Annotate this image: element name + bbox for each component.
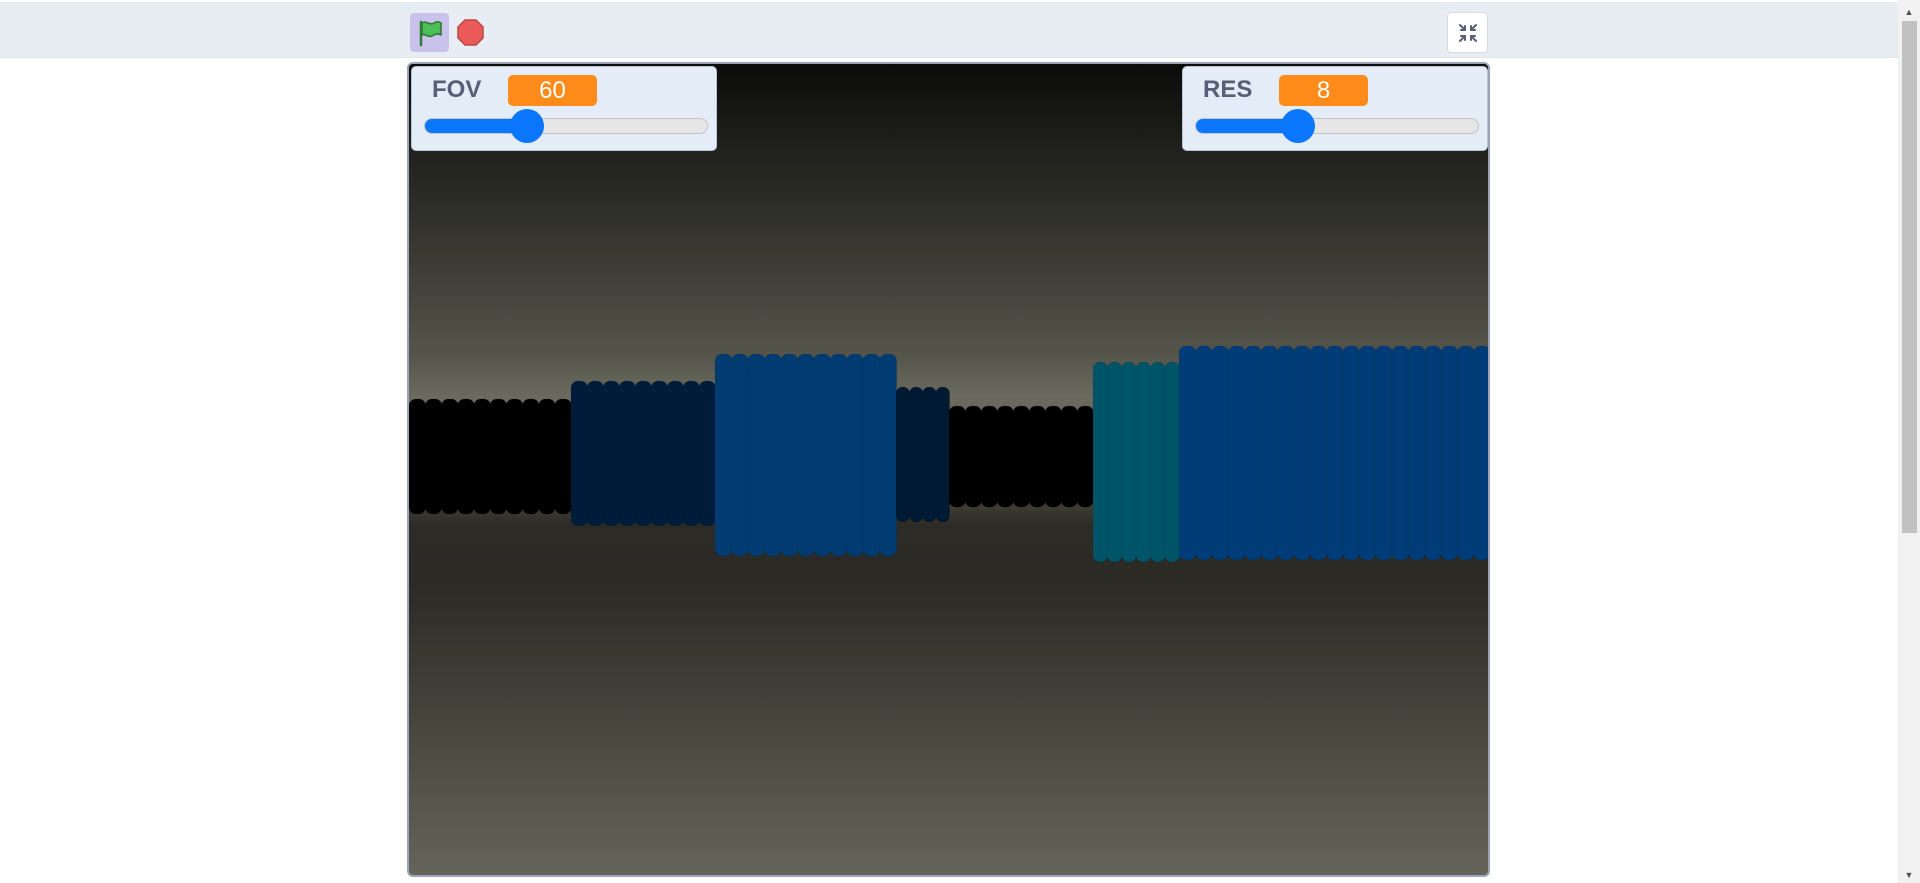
stop-button[interactable]: [457, 19, 484, 46]
wall-column: [1044, 405, 1063, 508]
wall-column: [1149, 361, 1166, 563]
wall-column: [489, 398, 508, 515]
wall-column: [570, 380, 589, 527]
wall-column: [796, 353, 815, 557]
wall-column: [846, 353, 865, 557]
wall-column: [586, 380, 605, 527]
wall-column: [1121, 361, 1138, 563]
wall-column: [1325, 345, 1344, 561]
wall-column: [505, 398, 524, 515]
wall-column: [666, 380, 685, 527]
wall-column: [602, 380, 621, 527]
wall-column: [538, 398, 556, 515]
res-value: 8: [1279, 75, 1368, 106]
wall-column: [1092, 361, 1109, 563]
wall-column: [682, 380, 701, 527]
scroll-down-arrow-icon[interactable]: ▼: [1898, 866, 1920, 883]
wall-column: [1164, 361, 1181, 563]
green-flag-icon: [419, 20, 442, 46]
stop-sign-icon: [457, 19, 484, 46]
scroll-thumb[interactable]: [1902, 21, 1917, 533]
wall-column: [1244, 345, 1262, 561]
wall-column: [1407, 345, 1426, 561]
wall-column: [1309, 345, 1328, 561]
wall-column: [763, 353, 782, 557]
wall-column: [1342, 345, 1361, 561]
wall-column: [964, 405, 983, 508]
wall-column: [980, 405, 999, 508]
wall-column: [1260, 345, 1279, 561]
fov-monitor: FOV 60: [411, 66, 717, 151]
res-label: RES: [1203, 76, 1253, 103]
wall-column: [521, 398, 540, 515]
wall-column: [780, 353, 799, 557]
wall-column: [698, 380, 717, 527]
wall-column: [922, 386, 937, 523]
wall-column: [618, 380, 637, 527]
scroll-up-arrow-icon[interactable]: ▲: [1898, 3, 1920, 20]
wall-column: [1374, 345, 1393, 561]
wall-column: [473, 398, 492, 515]
res-slider-thumb[interactable]: [1281, 109, 1315, 143]
unfullscreen-button[interactable]: [1447, 12, 1488, 53]
fov-value: 60: [508, 75, 597, 106]
wall-column: [1358, 345, 1377, 561]
wall-column: [1473, 345, 1488, 561]
wall-column: [457, 398, 475, 515]
wall-column: [714, 353, 733, 557]
wall-column: [1440, 345, 1459, 561]
page-scrollbar[interactable]: ▲ ▼: [1898, 0, 1920, 883]
wall-column: [895, 386, 911, 523]
raycast-scene: [409, 345, 1488, 563]
wall-column: [1076, 405, 1095, 508]
wall-column: [409, 398, 427, 515]
fov-label: FOV: [432, 76, 482, 103]
unfullscreen-icon: [1458, 23, 1477, 42]
wall-column: [424, 398, 443, 515]
wall-column: [1424, 345, 1442, 561]
wall-column: [1391, 345, 1410, 561]
wall-column: [554, 398, 573, 515]
wall-column: [1211, 345, 1230, 561]
res-monitor: RES 8: [1182, 66, 1488, 151]
wall-column: [1194, 345, 1213, 561]
wall-column: [813, 353, 832, 557]
wall-column: [829, 353, 848, 557]
wall-column: [1106, 361, 1123, 563]
wall-column: [1456, 345, 1475, 561]
stage-header: [0, 2, 1898, 58]
wall-column: [862, 353, 881, 557]
wall-columns: [409, 345, 1488, 563]
green-flag-button[interactable]: [410, 13, 449, 52]
wall-column: [1178, 345, 1197, 561]
wall-column: [650, 380, 669, 527]
wall-column: [634, 380, 653, 527]
wall-column: [1028, 405, 1047, 508]
wall-column: [1227, 345, 1246, 561]
wall-column: [747, 353, 766, 557]
wall-column: [1276, 345, 1295, 561]
wall-column: [731, 353, 750, 557]
wall-column: [1135, 361, 1152, 563]
res-slider[interactable]: [1195, 109, 1479, 143]
wall-column: [996, 405, 1015, 508]
wall-column: [1293, 345, 1312, 561]
wall-column: [908, 386, 924, 523]
wall-column: [948, 405, 967, 508]
wall-column: [1060, 405, 1079, 508]
wall-column: [879, 353, 898, 557]
stage-canvas[interactable]: FOV 60 RES 8: [407, 62, 1490, 877]
wall-column: [935, 386, 951, 523]
wall-column: [440, 398, 459, 515]
fov-slider[interactable]: [424, 109, 708, 143]
wall-column: [1012, 405, 1031, 508]
fov-slider-thumb[interactable]: [510, 109, 544, 143]
